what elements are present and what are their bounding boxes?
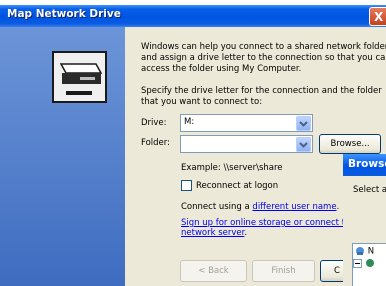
drive-value: M: (184, 117, 195, 127)
intro-line-3: access the folder using My Computer. (141, 64, 302, 74)
map-network-drive-dialog: Map Network Drive X Windows can help you… (0, 5, 386, 286)
browse-dialog-title-bar[interactable]: Browse (343, 154, 386, 176)
specify-line-1: Specify the drive letter for the connect… (141, 86, 382, 96)
browse-dialog-instruction: Select a (353, 185, 386, 195)
intro-line-2: and assign a drive letter to the connect… (141, 53, 386, 63)
window-title: Map Network Drive (7, 8, 121, 20)
reconnect-label[interactable]: Reconnect at logon (196, 181, 278, 192)
dropdown-arrow-icon[interactable] (296, 116, 311, 131)
finish-button-label: Finish (271, 266, 296, 276)
network-drive-icon (52, 51, 107, 103)
browse-for-folder-dialog: Browse Select a N (343, 154, 386, 286)
connect-suffix: . (336, 202, 340, 212)
folder-tree[interactable]: N (352, 243, 386, 286)
folder-label: Folder: (141, 138, 170, 148)
signup-link-line-1[interactable]: Sign up for online storage or connect to (181, 218, 350, 229)
side-banner (0, 27, 125, 286)
signup-link-line-2[interactable]: network server (181, 228, 244, 238)
expand-minus-icon[interactable] (353, 259, 362, 268)
signup-link-line-2-wrapper: network server. (181, 228, 247, 239)
specify-line-2: that you want to connect to: (141, 97, 263, 107)
different-user-link[interactable]: different user name (252, 202, 336, 212)
entire-network-icon (365, 259, 374, 267)
intro-line-1: Windows can help you connect to a shared… (141, 42, 386, 52)
connect-prefix: Connect using a (181, 202, 253, 212)
tree-item-network-label: N (367, 246, 375, 257)
browse-dialog-title: Browse (348, 158, 386, 170)
example-text: Example: \\server\share (181, 163, 283, 173)
finish-button[interactable]: Finish (252, 260, 315, 282)
browse-button[interactable]: Browse... (319, 134, 381, 154)
close-button[interactable]: X (369, 7, 386, 26)
network-places-icon (356, 247, 364, 255)
connect-different-user-text: Connect using a different user name. (181, 202, 339, 213)
browse-button-label: Browse... (330, 139, 370, 149)
back-button-label: < Back (198, 266, 229, 276)
cancel-button-label: C (334, 266, 340, 276)
close-icon: X (374, 10, 384, 24)
tree-item-expand[interactable] (353, 258, 375, 271)
signup-suffix: . (244, 228, 248, 238)
drive-select[interactable]: M: (180, 114, 313, 132)
dropdown-arrow-icon[interactable] (296, 137, 311, 152)
back-button[interactable]: < Back (180, 260, 247, 282)
reconnect-checkbox[interactable] (181, 180, 192, 191)
folder-input[interactable] (180, 135, 313, 153)
title-bar[interactable]: Map Network Drive X (0, 5, 386, 27)
drive-label: Drive: (141, 118, 167, 128)
tree-item-network[interactable]: N (355, 246, 374, 257)
